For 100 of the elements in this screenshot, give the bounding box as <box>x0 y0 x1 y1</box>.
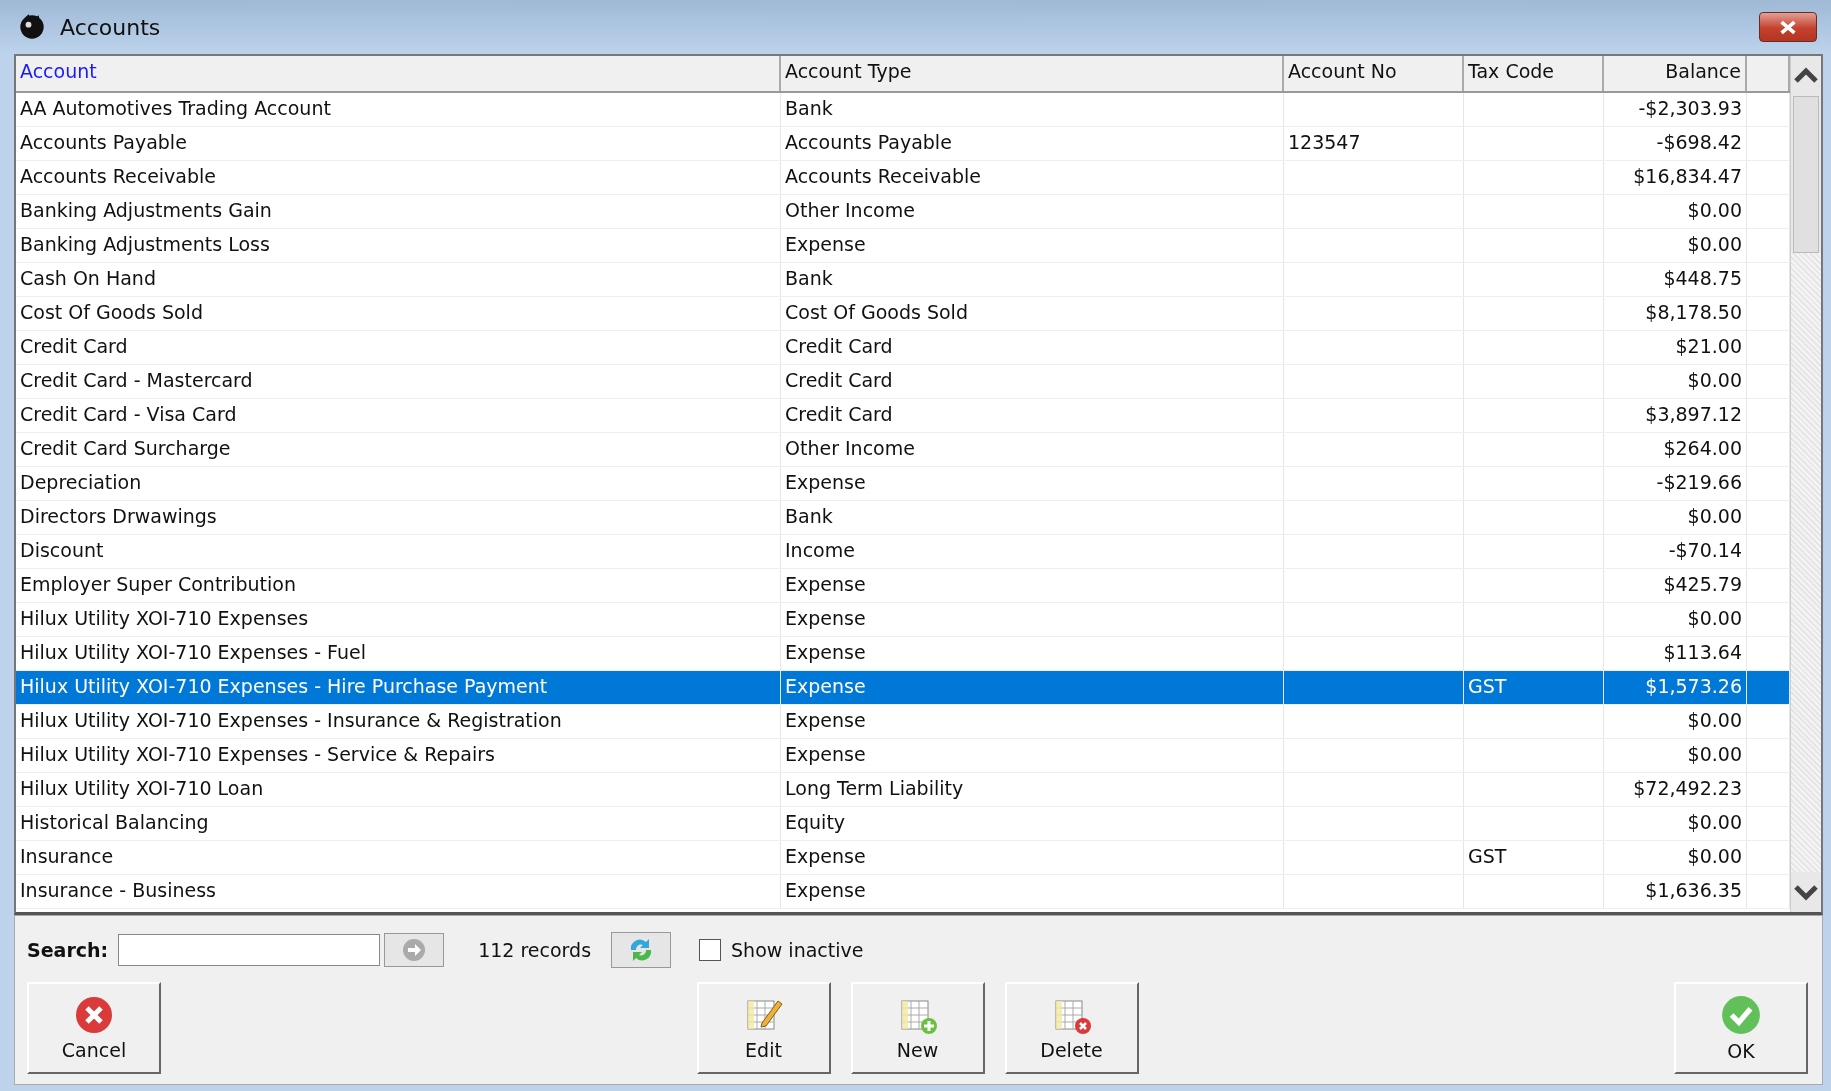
table-row[interactable]: Employer Super Contribution Expense $425.79 <box>16 569 1790 603</box>
table-cell: Hilux Utility XOI-710 Loan <box>20 777 264 799</box>
table-cell: Hilux Utility XOI-710 Expenses - Fuel <box>20 641 366 663</box>
table-cell: Expense <box>785 845 866 867</box>
table-cell: Expense <box>785 641 866 663</box>
table-cell: $0.00 <box>1687 607 1742 629</box>
table-cell: Credit Card <box>785 335 893 357</box>
table-row[interactable]: Hilux Utility XOI-710 Expenses - Service & Repairs Expense $0.00 <box>16 739 1790 773</box>
table-cell: $0.00 <box>1687 199 1742 221</box>
ok-button[interactable]: OK <box>1674 982 1808 1074</box>
table-row[interactable]: Accounts Payable Accounts Payable 123547 -$698.42 <box>16 127 1790 161</box>
table-cell: $0.00 <box>1687 233 1742 255</box>
table-cell: Bank <box>785 505 833 527</box>
table-cell: $113.64 <box>1663 641 1742 663</box>
app-icon <box>18 13 46 41</box>
table-cell: $0.00 <box>1687 505 1742 527</box>
refresh-button[interactable] <box>611 932 672 968</box>
window-title: Accounts <box>60 14 162 40</box>
table-cell: -$219.66 <box>1656 471 1742 493</box>
table-row[interactable]: Discount Income -$70.14 <box>16 535 1790 569</box>
check-icon <box>1720 994 1762 1036</box>
table-cell: Income <box>785 539 855 561</box>
table-cell: Hilux Utility XOI-710 Expenses <box>20 607 309 629</box>
table-row[interactable]: Historical Balancing Equity $0.00 <box>16 807 1790 841</box>
table-cell: -$2,303.93 <box>1638 97 1742 119</box>
table-row[interactable]: Cost Of Goods Sold Cost Of Goods Sold $8,178.50 <box>16 297 1790 331</box>
table-row[interactable]: Credit Card - Mastercard Credit Card $0.00 <box>16 365 1790 399</box>
table-cell: Long Term Liability <box>785 777 964 799</box>
go-button[interactable] <box>384 933 445 967</box>
table-cell: Accounts Receivable <box>20 165 217 187</box>
cancel-icon <box>74 995 114 1035</box>
table-cell: Hilux Utility XOI-710 Expenses - Service & Repairs <box>20 743 495 765</box>
table-row[interactable]: Banking Adjustments Gain Other Income $0.00 <box>16 195 1790 229</box>
search-field[interactable] <box>118 934 381 966</box>
table-cell: $0.00 <box>1687 811 1742 833</box>
table-row[interactable]: Banking Adjustments Loss Expense $0.00 <box>16 229 1790 263</box>
table-cell: Insurance <box>20 845 114 867</box>
table-row[interactable]: AA Automotives Trading Account Bank -$2,303.93 <box>16 93 1790 127</box>
table-cell: $21.00 <box>1675 335 1742 357</box>
column-header[interactable]: Account <box>16 56 781 91</box>
table-cell: Equity <box>785 811 846 833</box>
table-cell: Hilux Utility XOI-710 Expenses - Insurance & Registration <box>20 709 562 731</box>
new-button[interactable]: New <box>850 982 985 1074</box>
table-row[interactable]: Insurance Expense GST $0.00 <box>16 841 1790 875</box>
scrollbar[interactable] <box>1790 56 1821 912</box>
table-cell: Other Income <box>785 199 915 221</box>
table-cell: $0.00 <box>1687 709 1742 731</box>
table-cell: Bank <box>785 97 833 119</box>
table-cell: $0.00 <box>1687 369 1742 391</box>
table-row[interactable]: Hilux Utility XOI-710 Expenses Expense $0.00 <box>16 603 1790 637</box>
table-row[interactable]: Directors Drwawings Bank $0.00 <box>16 501 1790 535</box>
table-cell: Expense <box>785 573 866 595</box>
table-cell: Expense <box>785 675 866 697</box>
close-icon <box>1777 19 1799 35</box>
edit-button[interactable]: Edit <box>696 982 831 1074</box>
close-button[interactable] <box>1759 12 1817 42</box>
table-cell: Other Income <box>785 437 915 459</box>
table-row[interactable]: Hilux Utility XOI-710 Loan Long Term Liability $72,492.23 <box>16 773 1790 807</box>
delete-button[interactable]: Delete <box>1004 982 1139 1074</box>
column-header[interactable]: Account Type <box>781 56 1284 91</box>
table-cell: -$70.14 <box>1668 539 1742 561</box>
table-cell: $16,834.47 <box>1633 165 1742 187</box>
table-cell: Insurance - Business <box>20 879 216 901</box>
table-row[interactable]: Hilux Utility XOI-710 Expenses - Hire Purchase Payment Expense GST $1,573.26 <box>16 671 1790 705</box>
table-cell: $0.00 <box>1687 743 1742 765</box>
table-cell: Expense <box>785 233 866 255</box>
search-label: Search: <box>27 939 109 961</box>
table-cell: Credit Card - Visa Card <box>20 403 237 425</box>
scroll-thumb[interactable] <box>1793 96 1819 253</box>
table-row[interactable]: Credit Card - Visa Card Credit Card $3,897.12 <box>16 399 1790 433</box>
column-header[interactable]: Tax Code <box>1464 56 1604 91</box>
table-cell: Expense <box>785 471 866 493</box>
table-cell: $1,636.35 <box>1645 879 1742 901</box>
table-cell: $3,897.12 <box>1645 403 1742 425</box>
column-header[interactable]: Account No <box>1284 56 1464 91</box>
record-count: 112 records <box>478 939 592 961</box>
table-cell: $8,178.50 <box>1645 301 1742 323</box>
table-cell: Banking Adjustments Gain <box>20 199 272 221</box>
table-row[interactable]: Credit Card Surcharge Other Income $264.00 <box>16 433 1790 467</box>
table-cell: Expense <box>785 607 866 629</box>
table-cell: Expense <box>785 709 866 731</box>
table-cell: 123547 <box>1288 131 1361 153</box>
table-cell: Credit Card <box>20 335 128 357</box>
column-header[interactable]: Balance <box>1604 56 1747 91</box>
table-cell: Accounts Receivable <box>785 165 982 187</box>
table-cell: Cost Of Goods Sold <box>785 301 968 323</box>
table-cell: Credit Card <box>785 403 893 425</box>
table-row[interactable]: Insurance - Business Expense $1,636.35 <box>16 875 1790 909</box>
table-cell: -$698.42 <box>1656 131 1742 153</box>
table-cell: Historical Balancing <box>20 811 209 833</box>
table-row[interactable]: Credit Card Credit Card $21.00 <box>16 331 1790 365</box>
table-cell: Cash On Hand <box>20 267 156 289</box>
table-row[interactable]: Cash On Hand Bank $448.75 <box>16 263 1790 297</box>
table-row[interactable]: Depreciation Expense -$219.66 <box>16 467 1790 501</box>
table-cell: Credit Card <box>785 369 893 391</box>
table-row[interactable]: Hilux Utility XOI-710 Expenses - Insurance & Registration Expense $0.00 <box>16 705 1790 739</box>
cancel-button[interactable]: Cancel <box>27 982 161 1074</box>
table-row[interactable]: Accounts Receivable Accounts Receivable $16,834.47 <box>16 161 1790 195</box>
table-cell: $264.00 <box>1663 437 1742 459</box>
table-cell: Depreciation <box>20 471 142 493</box>
